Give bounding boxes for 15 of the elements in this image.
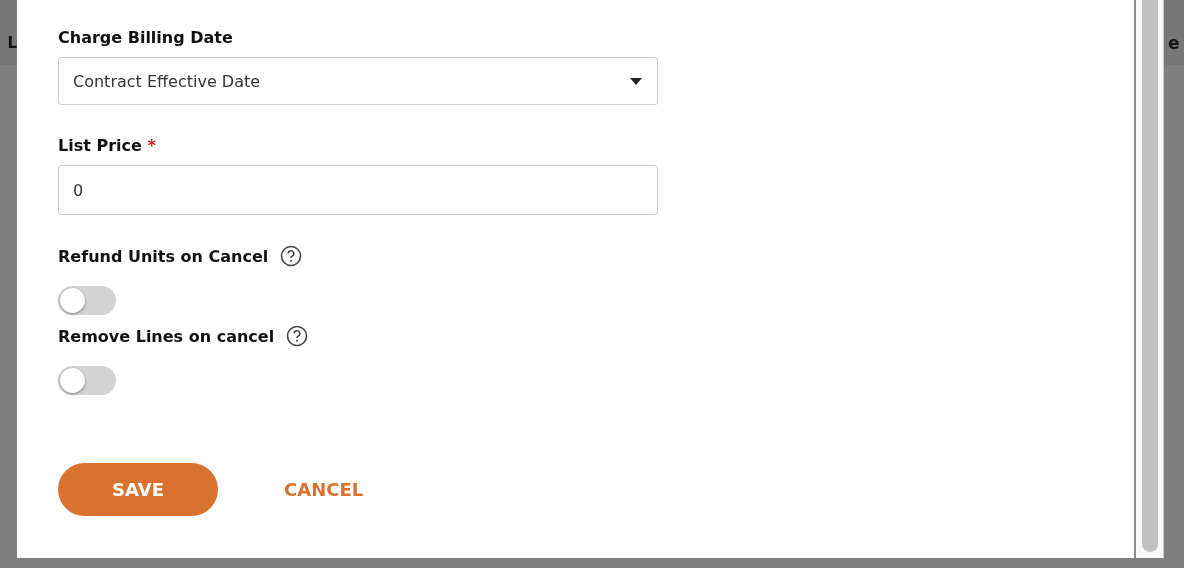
- dropdown-field[interactable]: Contract Effective Date: [58, 57, 658, 105]
- toggle-switch[interactable]: [58, 366, 116, 395]
- field-label: Charge Billing Date: [58, 28, 234, 47]
- input-field[interactable]: 0: [58, 165, 658, 215]
- toggle-switch[interactable]: [58, 286, 116, 315]
- scrollbar[interactable]: [1136, 0, 1163, 558]
- required-mark: *: [147, 136, 156, 155]
- help-icon[interactable]: [280, 245, 303, 267]
- toggle-label: Refund Units on Cancel: [58, 246, 269, 266]
- toggle-label: Remove Lines on cancel: [58, 326, 275, 346]
- background-text: e: [1168, 32, 1180, 53]
- field-label: List Price: [58, 136, 142, 155]
- caret-icon: [630, 77, 642, 85]
- background-text: L: [7, 33, 17, 52]
- help-icon[interactable]: [286, 325, 309, 347]
